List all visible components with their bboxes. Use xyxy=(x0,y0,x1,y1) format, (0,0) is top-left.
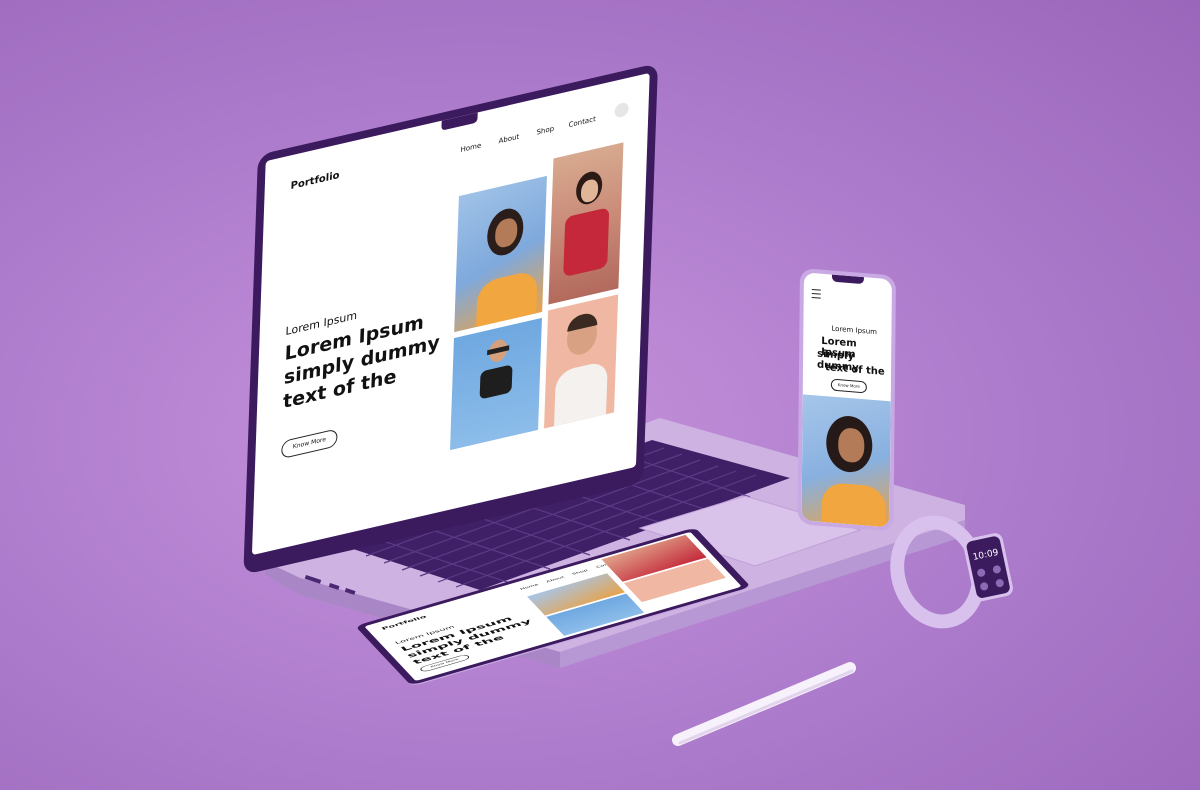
stylus xyxy=(672,662,856,746)
